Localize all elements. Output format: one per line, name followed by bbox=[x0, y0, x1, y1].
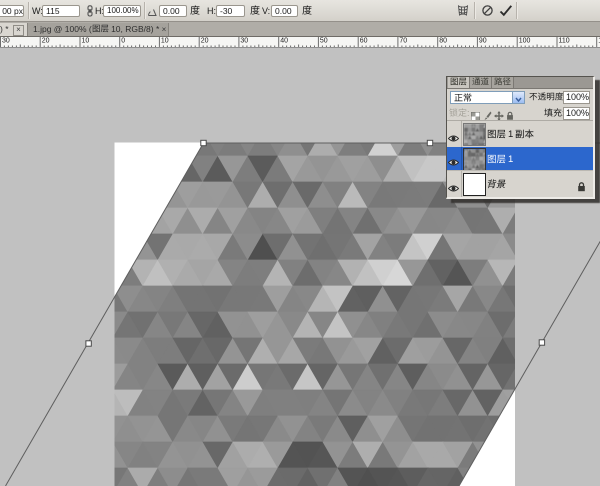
svg-text:10: 10 bbox=[161, 38, 169, 45]
svg-text:30: 30 bbox=[240, 38, 248, 45]
svg-text:40: 40 bbox=[280, 38, 288, 45]
svg-text:70: 70 bbox=[399, 38, 407, 45]
svg-text:80: 80 bbox=[439, 38, 447, 45]
svg-text:20: 20 bbox=[201, 38, 209, 45]
svg-text:60: 60 bbox=[360, 38, 368, 45]
svg-text:100: 100 bbox=[519, 38, 531, 45]
svg-text:50: 50 bbox=[320, 38, 328, 45]
svg-text:0: 0 bbox=[121, 38, 125, 45]
svg-text:10: 10 bbox=[82, 38, 90, 45]
svg-text:20: 20 bbox=[42, 38, 50, 45]
svg-text:110: 110 bbox=[559, 38, 570, 45]
svg-text:90: 90 bbox=[479, 38, 487, 45]
svg-text:30: 30 bbox=[2, 38, 10, 45]
